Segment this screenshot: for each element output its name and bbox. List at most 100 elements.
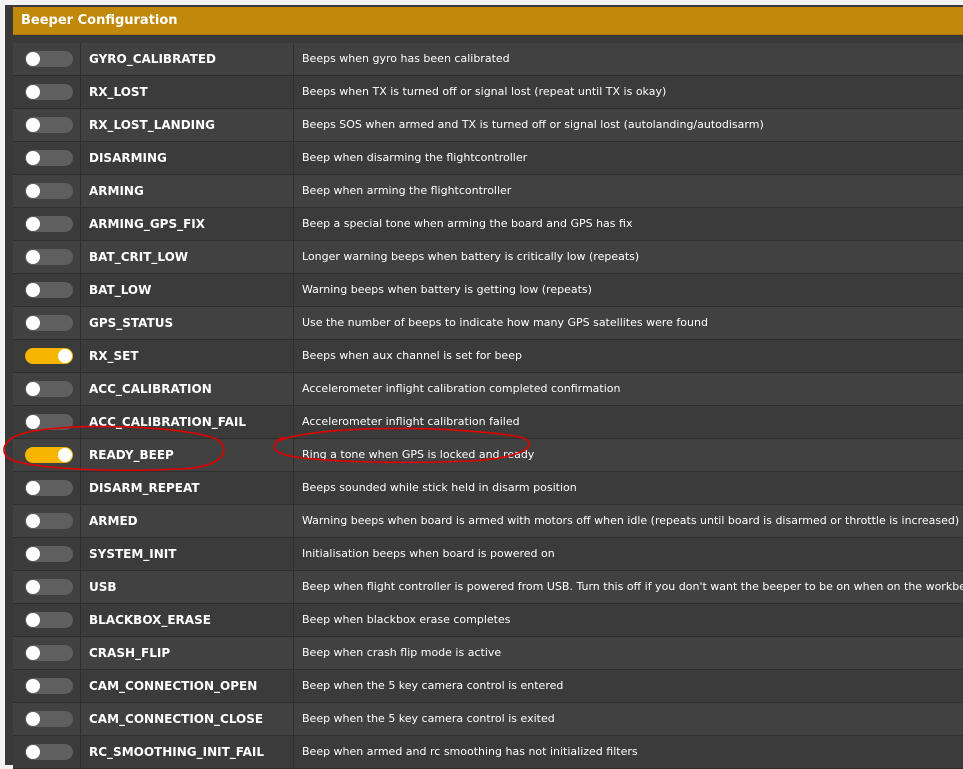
beeper-toggle[interactable] (25, 414, 73, 430)
beeper-toggle[interactable] (25, 348, 73, 364)
column-divider (293, 406, 294, 438)
column-divider (293, 307, 294, 339)
beeper-row: SYSTEM_INIT Initialisation beeps when boa… (13, 538, 963, 571)
beeper-toggle[interactable] (25, 546, 73, 562)
column-divider (293, 43, 294, 75)
beeper-row: CRASH_FLIP Beep when crash flip mode is a… (13, 637, 963, 670)
column-divider (293, 505, 294, 537)
beeper-name: CAM_CONNECTION_CLOSE (89, 712, 264, 726)
beeper-toggle[interactable] (25, 84, 73, 100)
beeper-row: BLACKBOX_ERASE Beep when blackbox erase c… (13, 604, 963, 637)
beeper-toggle[interactable] (25, 249, 73, 265)
beeper-name: CRASH_FLIP (89, 646, 171, 660)
beeper-description: Use the number of beeps to indicate how … (302, 316, 708, 329)
toggle-knob (26, 547, 40, 561)
beeper-row: ARMED Warning beeps when board is armed w… (13, 505, 963, 538)
column-divider (293, 439, 294, 471)
beeper-description: Beep when the 5 key camera control is ex… (302, 712, 555, 725)
beeper-toggle[interactable] (25, 282, 73, 298)
beeper-description: Beep when armed and rc smoothing has not… (302, 745, 638, 758)
beeper-name: DISARM_REPEAT (89, 481, 200, 495)
beeper-name: ARMING (89, 184, 144, 198)
toggle-knob (26, 745, 40, 759)
toggle-knob (26, 283, 40, 297)
beeper-toggle[interactable] (25, 711, 73, 727)
beeper-description: Beep when blackbox erase completes (302, 613, 511, 626)
beeper-name: ACC_CALIBRATION (89, 382, 212, 396)
beeper-toggle[interactable] (25, 216, 73, 232)
column-divider (80, 538, 81, 570)
column-divider (293, 241, 294, 273)
column-divider (80, 736, 81, 768)
beeper-toggle[interactable] (25, 183, 73, 199)
beeper-toggle[interactable] (25, 513, 73, 529)
beeper-description: Beep a special tone when arming the boar… (302, 217, 633, 230)
beeper-name: CAM_CONNECTION_OPEN (89, 679, 258, 693)
beeper-row: RX_SET Beeps when aux channel is set for … (13, 340, 963, 373)
beeper-name: DISARMING (89, 151, 167, 165)
beeper-name: USB (89, 580, 117, 594)
beeper-name: ARMING_GPS_FIX (89, 217, 206, 231)
toggle-knob (26, 85, 40, 99)
beeper-name: RX_SET (89, 349, 139, 363)
beeper-toggle[interactable] (25, 447, 73, 463)
column-divider (80, 340, 81, 372)
beeper-description: Beep when disarming the flightcontroller (302, 151, 528, 164)
beeper-row: BAT_CRIT_LOW Longer warning beeps when ba… (13, 241, 963, 274)
beeper-description: Beeps when gyro has been calibrated (302, 52, 510, 65)
beeper-row: DISARMING Beep when disarming the flightc… (13, 142, 963, 175)
beeper-description: Beep when crash flip mode is active (302, 646, 502, 659)
beeper-name: BAT_LOW (89, 283, 152, 297)
beeper-row: READY_BEEP Ring a tone when GPS is locked… (13, 439, 963, 472)
beeper-toggle[interactable] (25, 480, 73, 496)
beeper-description: Warning beeps when battery is getting lo… (302, 283, 592, 296)
toggle-knob (26, 118, 40, 132)
column-divider (80, 109, 81, 141)
beeper-toggle[interactable] (25, 678, 73, 694)
column-divider (80, 175, 81, 207)
beeper-row: GYRO_CALIBRATED Beeps when gyro has been … (13, 43, 963, 76)
beeper-description: Beeps when aux channel is set for beep (302, 349, 522, 362)
column-divider (80, 274, 81, 306)
beeper-toggle[interactable] (25, 150, 73, 166)
beeper-name: GYRO_CALIBRATED (89, 52, 217, 66)
column-divider (293, 109, 294, 141)
toggle-knob (26, 580, 40, 594)
column-divider (80, 406, 81, 438)
beeper-description: Beep when arming the flightcontroller (302, 184, 512, 197)
beeper-row: RX_LOST_LANDING Beeps SOS when armed and … (13, 109, 963, 142)
column-divider (80, 703, 81, 735)
beeper-description: Longer warning beeps when battery is cri… (302, 250, 640, 263)
beeper-toggle[interactable] (25, 645, 73, 661)
column-divider (293, 175, 294, 207)
beeper-toggle[interactable] (25, 744, 73, 760)
column-divider (80, 670, 81, 702)
toggle-knob (26, 151, 40, 165)
toggle-knob (26, 184, 40, 198)
beeper-configuration-panel: Beeper Configuration GYRO_CALIBRATED Beep… (5, 5, 963, 769)
column-divider (80, 76, 81, 108)
beeper-row: CAM_CONNECTION_OPEN Beep when the 5 key c… (13, 670, 963, 703)
beeper-toggle[interactable] (25, 117, 73, 133)
beeper-row: ACC_CALIBRATION Accelerometer inflight ca… (13, 373, 963, 406)
column-divider (80, 307, 81, 339)
column-divider (293, 76, 294, 108)
beeper-description: Ring a tone when GPS is locked and ready (302, 448, 535, 461)
beeper-toggle[interactable] (25, 579, 73, 595)
beeper-toggle[interactable] (25, 315, 73, 331)
column-divider (80, 571, 81, 603)
column-divider (80, 637, 81, 669)
beeper-row: ARMING_GPS_FIX Beep a special tone when a… (13, 208, 963, 241)
beeper-row: RX_LOST Beeps when TX is turned off or si… (13, 76, 963, 109)
column-divider (293, 571, 294, 603)
toggle-knob (26, 250, 40, 264)
column-divider (80, 142, 81, 174)
beeper-description: Initialisation beeps when board is power… (302, 547, 555, 560)
beeper-toggle[interactable] (25, 51, 73, 67)
column-divider (293, 373, 294, 405)
beeper-row: ACC_CALIBRATION_FAIL Accelerometer inflig… (13, 406, 963, 439)
beeper-description: Beeps SOS when armed and TX is turned of… (302, 118, 764, 131)
beeper-toggle[interactable] (25, 612, 73, 628)
beeper-toggle[interactable] (25, 381, 73, 397)
beeper-row: BAT_LOW Warning beeps when battery is get… (13, 274, 963, 307)
